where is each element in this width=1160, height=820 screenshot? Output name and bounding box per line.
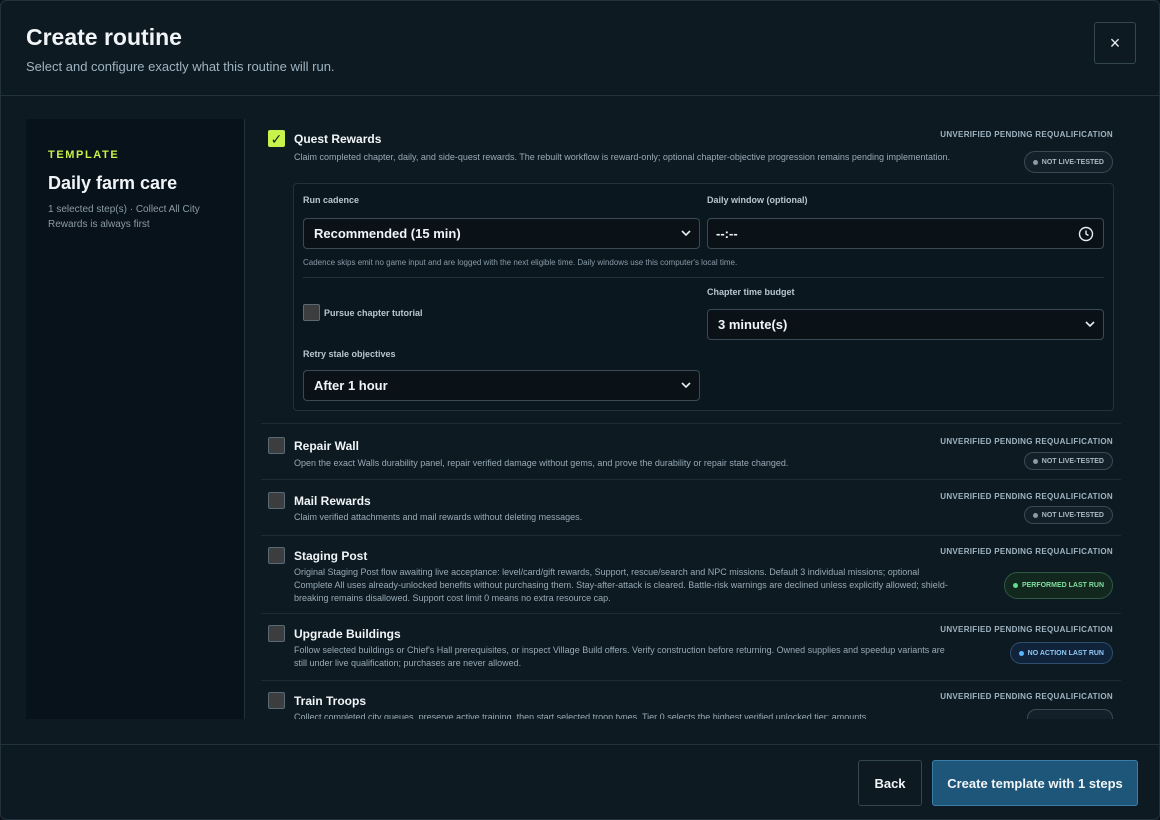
step-repair-wall: Repair Wall Open the exact Walls durabil… [261, 425, 1121, 480]
chevron-down-icon [681, 382, 691, 389]
check-icon: ✓ [270, 130, 283, 147]
dialog-body: TEMPLATE Daily farm care 1 selected step… [1, 97, 1159, 743]
step-upgrade-buildings: Upgrade Buildings Follow selected buildi… [261, 615, 1121, 681]
retry-select[interactable]: After 1 hour [303, 370, 700, 401]
status-badge: PERFORMED LAST RUN [1003, 572, 1113, 599]
close-button[interactable]: × [1094, 22, 1136, 64]
cadence-select[interactable]: Recommended (15 min) [303, 218, 700, 249]
status-badge [1027, 709, 1113, 719]
back-button[interactable]: Back [858, 760, 922, 806]
step-list[interactable]: ✓ Quest Rewards Claim completed chapter,… [261, 119, 1121, 719]
daily-window-label: Daily window (optional) [707, 195, 808, 205]
dialog-subtitle: Select and configure exactly what this r… [26, 59, 335, 74]
chevron-down-icon [681, 230, 691, 237]
template-meta: 1 selected step(s) · Collect All City Re… [48, 204, 200, 230]
step-title: Quest Rewards [294, 132, 382, 146]
step-title: Repair Wall [294, 439, 359, 453]
step-train-troops: Train Troops Collect completed city queu… [261, 682, 1121, 719]
create-template-button[interactable]: Create template with 1 steps [932, 760, 1138, 806]
step-quest-rewards: ✓ Quest Rewards Claim completed chapter,… [261, 119, 1121, 424]
step-mail-rewards: Mail Rewards Claim verified attachments … [261, 481, 1121, 536]
step-description: Open the exact Walls durability panel, r… [294, 458, 789, 468]
step-status: UNVERIFIED PENDING REQUALIFICATION [940, 492, 1113, 501]
template-eyebrow: TEMPLATE [48, 149, 120, 161]
dialog-title: Create routine [26, 24, 182, 50]
status-dot-icon [1032, 159, 1038, 165]
step-title: Train Troops [294, 694, 367, 708]
step-status: UNVERIFIED PENDING REQUALIFICATION [940, 692, 1113, 701]
chapter-budget-label: Chapter time budget [707, 287, 795, 297]
chapter-budget-select[interactable]: 3 minute(s) [707, 309, 1104, 340]
cadence-label: Run cadence [303, 195, 360, 205]
create-routine-dialog: Create routine Select and configure exac… [0, 0, 1160, 820]
step-title: Staging Post [294, 549, 368, 563]
dialog-header: Create routine Select and configure exac… [1, 1, 1159, 96]
pursue-tutorial-label: Pursue chapter tutorial [324, 308, 423, 318]
step-description: Collect completed city queues, preserve … [294, 712, 867, 719]
step-description: Claim completed chapter, daily, and side… [294, 152, 950, 162]
dialog-footer: Back Create template with 1 steps [1, 744, 1159, 819]
status-badge: NOT LIVE-TESTED [1023, 452, 1113, 470]
retry-label: Retry stale objectives [303, 349, 396, 359]
step-status: UNVERIFIED PENDING REQUALIFICATION [940, 547, 1113, 556]
pursue-tutorial-checkbox[interactable] [303, 304, 320, 321]
clock-icon[interactable] [1078, 226, 1094, 242]
cadence-hint: Cadence skips emit no game input and are… [303, 258, 738, 267]
status-dot-icon [1032, 458, 1038, 464]
template-name: Daily farm care [48, 173, 178, 193]
step-staging-post: Staging Post Original Staging Post flow … [261, 537, 1121, 614]
status-dot-icon [1012, 583, 1018, 588]
daily-window-input[interactable]: --:-- [707, 218, 1104, 249]
step-status: UNVERIFIED PENDING REQUALIFICATION [940, 437, 1113, 446]
step-checkbox-mail-rewards[interactable] [268, 492, 285, 509]
status-badge: NOT LIVE-TESTED [1023, 151, 1113, 173]
step-title: Mail Rewards [294, 494, 371, 508]
status-badge: NOT LIVE-TESTED [1023, 506, 1113, 524]
status-badge: NO ACTION LAST RUN [1009, 642, 1113, 664]
step-description: Claim verified attachments and mail rewa… [294, 512, 583, 522]
step-config-panel: Run cadence Recommended (15 min) Daily w… [293, 183, 1114, 411]
config-divider [303, 277, 1104, 278]
step-checkbox-repair-wall[interactable] [268, 437, 285, 454]
step-checkbox-train-troops[interactable] [268, 692, 285, 709]
step-checkbox-quest-rewards[interactable]: ✓ [268, 130, 285, 147]
close-icon: × [1109, 32, 1121, 53]
template-summary: TEMPLATE Daily farm care 1 selected step… [26, 119, 245, 719]
step-title: Upgrade Buildings [294, 627, 401, 641]
step-status: UNVERIFIED PENDING REQUALIFICATION [940, 625, 1113, 634]
step-description: Original Staging Post flow awaiting live… [294, 567, 948, 603]
step-checkbox-upgrade-buildings[interactable] [268, 625, 285, 642]
step-checkbox-staging-post[interactable] [268, 547, 285, 564]
status-dot-icon [1032, 512, 1038, 518]
status-dot-icon [1018, 650, 1024, 656]
step-description: Follow selected buildings or Chief's Hal… [294, 645, 945, 668]
step-status: UNVERIFIED PENDING REQUALIFICATION [940, 130, 1113, 139]
chevron-down-icon [1085, 321, 1095, 328]
